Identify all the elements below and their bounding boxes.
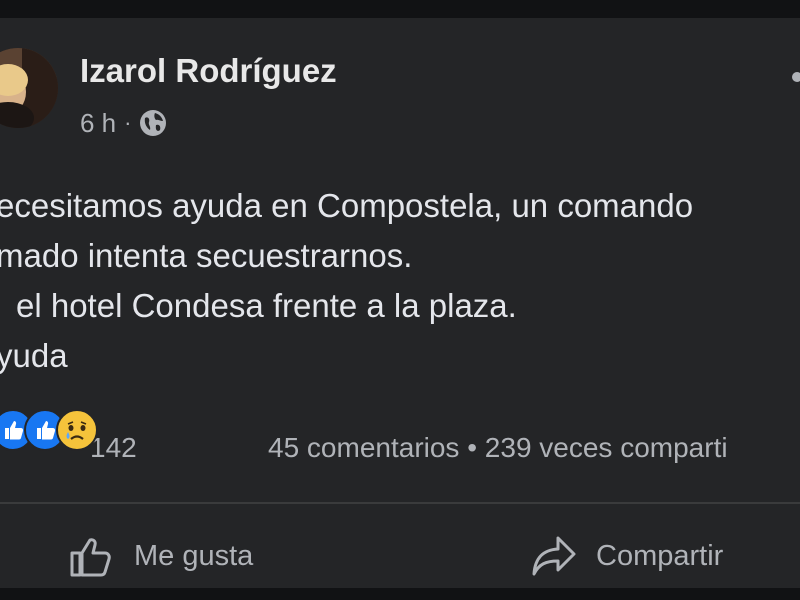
- share-arrow-icon: [532, 536, 576, 576]
- meta-separator: ·: [124, 110, 132, 135]
- post-text-line-1: ecesitamos ayuda en Compostela, un coman…: [0, 187, 694, 224]
- post-timestamp[interactable]: 6 h: [80, 108, 116, 139]
- globe-icon[interactable]: [139, 109, 167, 137]
- post-text-line-3: el hotel Condesa frente a la plaza.: [16, 287, 517, 324]
- post-text-line-2: mado intenta secuestrarnos.: [0, 237, 413, 274]
- divider: [0, 502, 800, 504]
- screenshot-frame: Izarol Rodríguez 6 h · ecesitamos ayuda …: [0, 0, 800, 600]
- post-text-line-4: yuda: [0, 337, 68, 374]
- share-label: Compartir: [596, 539, 724, 572]
- engagement-stats[interactable]: 45 comentarios • 239 veces comparti: [268, 432, 728, 464]
- avatar[interactable]: [0, 48, 58, 128]
- author-name[interactable]: Izarol Rodríguez: [80, 52, 337, 90]
- thumbs-up-icon: [70, 538, 111, 577]
- like-button[interactable]: Me gusta: [68, 524, 253, 588]
- post-card: Izarol Rodríguez 6 h · ecesitamos ayuda …: [0, 18, 800, 588]
- reaction-count[interactable]: 142: [90, 432, 137, 464]
- more-options-icon[interactable]: [792, 72, 800, 82]
- share-button[interactable]: Compartir: [530, 524, 723, 588]
- bottom-bar: [0, 588, 800, 600]
- reaction-icons[interactable]: [0, 409, 98, 451]
- sad-reaction-icon: [56, 409, 98, 451]
- avatar-photo: [0, 48, 58, 128]
- post-meta: 6 h ·: [80, 106, 167, 140]
- like-label: Me gusta: [134, 539, 254, 572]
- top-bar: [0, 0, 800, 18]
